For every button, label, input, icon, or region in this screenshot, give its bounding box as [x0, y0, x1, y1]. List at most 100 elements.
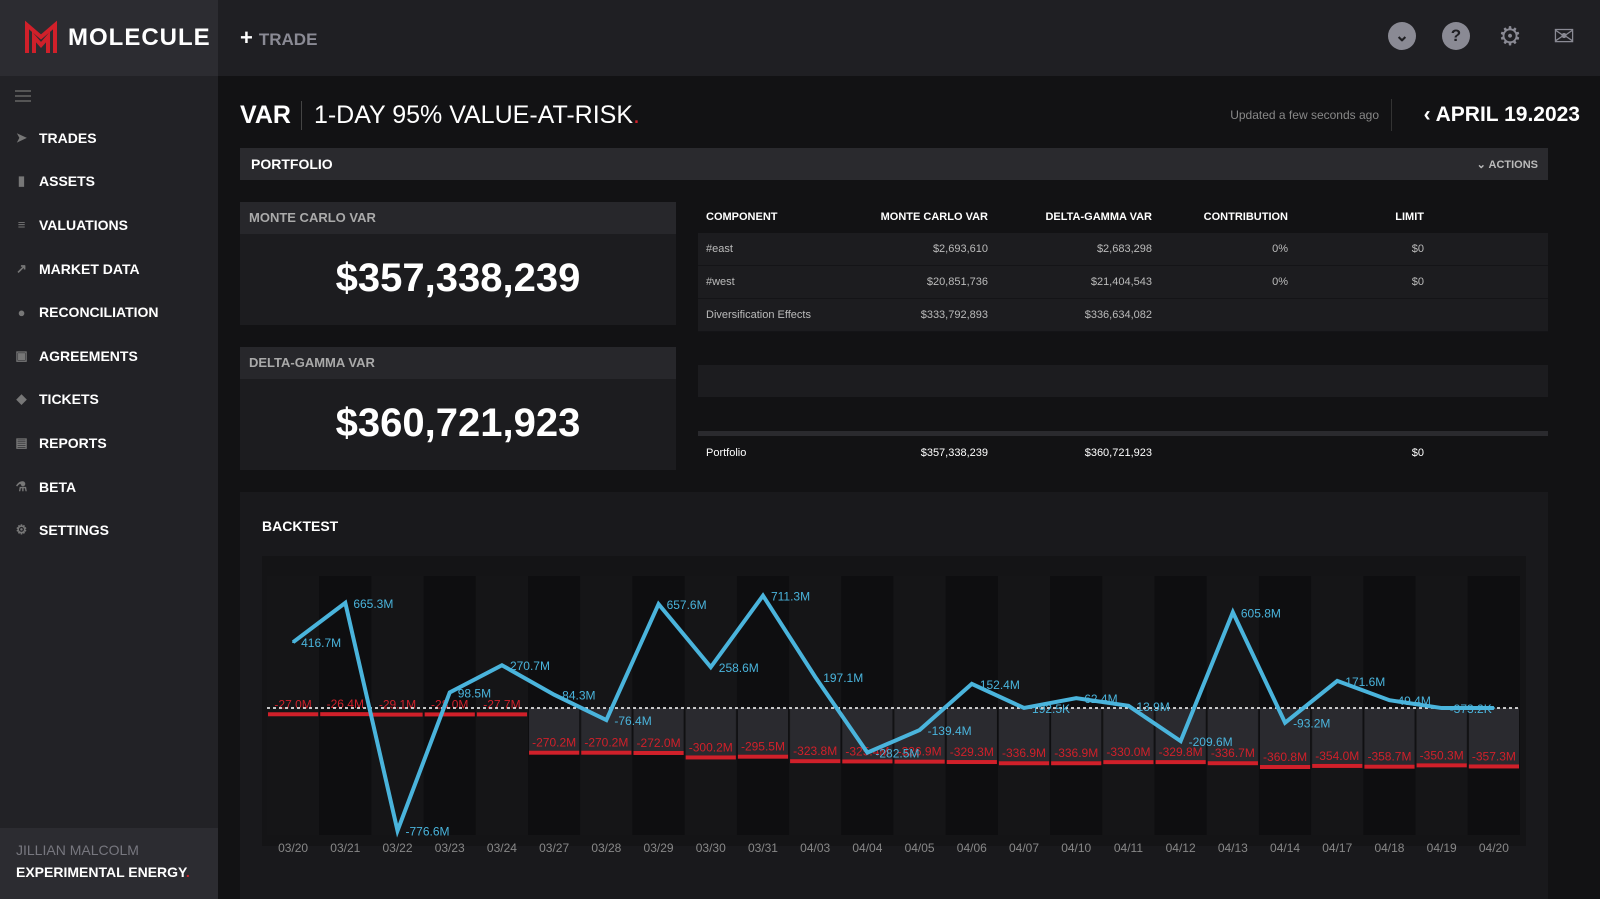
- sidebar: MOLECULE ➤ TRADES ▮ ASSETS ≡ VALUATIONS ↗ MARKE…: [0, 0, 218, 899]
- sidebar-item-label: ASSETS: [39, 173, 96, 190]
- var-label: -29.1M: [379, 698, 416, 712]
- x-tick-label: 04/19: [1427, 841, 1457, 855]
- sidebar-item-settings[interactable]: ⚙ SETTINGS: [0, 508, 218, 552]
- var-label: -358.7M: [1367, 750, 1411, 764]
- x-tick-label: 04/03: [800, 841, 830, 855]
- pnl-point: [500, 664, 503, 667]
- pnl-label: -209.6M: [1189, 735, 1233, 749]
- var-bar: [1468, 764, 1519, 769]
- var-bar: [1416, 763, 1467, 768]
- pnl-point: [396, 829, 399, 832]
- sidebar-item-market-data[interactable]: ↗ MARKET DATA: [0, 247, 218, 291]
- var-bar: [998, 761, 1050, 766]
- var-bar: [268, 712, 319, 717]
- date-picker[interactable]: ‹ APRIL 19.2023: [1424, 103, 1580, 127]
- sidebar-item-label: AGREEMENTS: [39, 347, 138, 364]
- pnl-label: -93.2M: [1293, 717, 1330, 731]
- table-header: COMPONENT MONTE CARLO VAR DELTA-GAMMA VAR C…: [706, 210, 1424, 223]
- var-label: -270.2M: [584, 736, 628, 750]
- sidebar-item-reconciliation[interactable]: ● RECONCILIATION: [0, 290, 218, 334]
- x-tick-label: 03/28: [591, 841, 621, 855]
- var-bar: [1103, 760, 1154, 765]
- portfolio-label: PORTFOLIO: [251, 156, 333, 172]
- x-tick-label: 04/12: [1166, 841, 1196, 855]
- x-tick-label: 03/29: [644, 841, 674, 855]
- pnl-point: [709, 666, 712, 669]
- page-title: VAR: [240, 100, 302, 130]
- sidebar-item-label: MARKET DATA: [39, 260, 140, 277]
- x-tick-label: 04/17: [1322, 841, 1352, 855]
- user-info[interactable]: JILLIAN MALCOLM EXPERIMENTAL ENERGY.: [0, 828, 218, 899]
- card-title: DELTA-GAMMA VAR: [240, 347, 676, 379]
- monte-carlo-value: $357,338,239: [335, 256, 581, 300]
- pnl-label: -139.4M: [928, 724, 972, 738]
- portfolio-bar: PORTFOLIO ⌄ ACTIONS: [240, 148, 1548, 180]
- page-header: VAR 1-DAY 95% VALUE-AT-RISK. Updated a f…: [240, 98, 1580, 132]
- help-icon[interactable]: ?: [1440, 20, 1472, 52]
- pnl-point: [1231, 611, 1234, 614]
- var-label: -336.9M: [1002, 746, 1046, 760]
- x-tick-label: 03/21: [330, 841, 360, 855]
- var-bar: [946, 760, 997, 765]
- pnl-point: [1023, 706, 1026, 709]
- chevron-down-icon: ⌄: [1476, 158, 1489, 171]
- dropdown-icon[interactable]: ⌄: [1386, 20, 1418, 52]
- sidebar-item-tickets[interactable]: ◆ TICKETS: [0, 378, 218, 422]
- x-tick-label: 04/20: [1479, 841, 1509, 855]
- table-row: #east $2,693,610 $2,683,298 0% $0: [698, 233, 1548, 266]
- var-label: -360.8M: [1263, 750, 1307, 764]
- sidebar-item-label: REPORTS: [39, 434, 107, 451]
- table-row: Diversification Effects $333,792,893 $336,…: [698, 299, 1548, 332]
- sidebar-item-agreements[interactable]: ▣ AGREEMENTS: [0, 334, 218, 378]
- sidebar-item-reports[interactable]: ▤ REPORTS: [0, 421, 218, 465]
- backtest-chart: -27.0M03/20-26.4M03/21-29.1M03/22-28.0M0…: [262, 556, 1526, 855]
- sidebar-item-assets[interactable]: ▮ ASSETS: [0, 160, 218, 204]
- sidebar-item-label: SETTINGS: [39, 522, 110, 539]
- pnl-point: [1440, 707, 1443, 710]
- pnl-label: 270.7M: [510, 659, 550, 673]
- var-bar: [581, 750, 632, 755]
- chevron-left-icon[interactable]: ‹: [1424, 103, 1436, 126]
- gears-icon[interactable]: ⚙: [1494, 20, 1526, 52]
- sidebar-item-beta[interactable]: ⚗ BETA: [0, 465, 218, 509]
- pnl-label: 49.4M: [1397, 694, 1430, 708]
- pnl-label: 657.6M: [667, 598, 707, 612]
- sidebar-item-valuations[interactable]: ≡ VALUATIONS: [0, 203, 218, 247]
- bar-chart-icon: ▮: [17, 173, 26, 189]
- x-tick-label: 04/05: [905, 841, 935, 855]
- pnl-point: [292, 641, 295, 644]
- pnl-point: [970, 682, 973, 685]
- pnl-point: [657, 603, 660, 606]
- logo[interactable]: MOLECULE: [0, 0, 218, 76]
- var-label: -329.3M: [950, 745, 994, 759]
- check-circle-icon: ●: [17, 304, 26, 320]
- top-bar: + TRADE ⌄ ? ⚙ ✉: [218, 0, 1600, 76]
- mail-icon[interactable]: ✉: [1548, 20, 1580, 52]
- var-components-table: COMPONENT MONTE CARLO VAR DELTA-GAMMA VAR C…: [698, 200, 1548, 469]
- pnl-label: 84.3M: [562, 689, 595, 703]
- backtest-panel: BACKTEST -27.0M 03/20 -26.4M 03/21 -29.1M 03/…: [240, 492, 1548, 899]
- x-tick-label: 04/10: [1061, 841, 1091, 855]
- actions-button[interactable]: ⌄ ACTIONS: [1477, 158, 1538, 171]
- pnl-point: [761, 594, 764, 597]
- var-label: -354.0M: [1315, 749, 1359, 763]
- sidebar-item-trades[interactable]: ➤ TRADES: [0, 116, 218, 160]
- pnl-point: [448, 691, 451, 694]
- menu-toggle-icon[interactable]: [15, 90, 31, 102]
- var-label: -27.0M: [274, 697, 311, 711]
- ticket-icon: ◆: [16, 391, 27, 407]
- var-bar: [1259, 765, 1311, 770]
- pnl-label: 13.9M: [1136, 700, 1169, 714]
- x-tick-label: 04/18: [1374, 841, 1404, 855]
- var-label: -26.4M: [327, 697, 364, 711]
- var-label: -272.0M: [637, 736, 681, 750]
- x-tick-label: 04/11: [1114, 841, 1143, 855]
- pnl-point: [814, 675, 817, 678]
- card-title: MONTE CARLO VAR: [240, 202, 676, 234]
- brand-name: MOLECULE: [68, 24, 211, 51]
- pnl-point: [553, 693, 556, 696]
- new-trade-button[interactable]: + TRADE: [240, 25, 317, 51]
- column-band: [632, 576, 685, 835]
- file-icon: ▤: [15, 434, 28, 450]
- var-label: -270.2M: [532, 736, 576, 750]
